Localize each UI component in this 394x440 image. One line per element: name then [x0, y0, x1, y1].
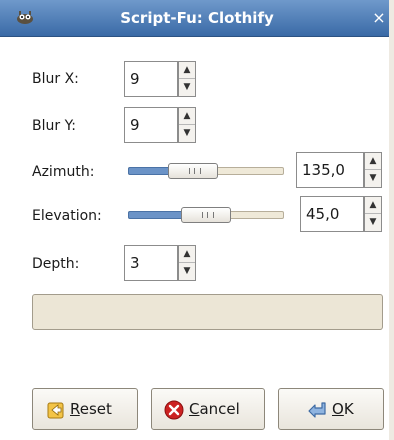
elevation-entry[interactable]: 45,0: [300, 196, 364, 232]
blur-y-arrows[interactable]: ▲ ▼: [178, 107, 196, 143]
chevron-down-icon[interactable]: ▼: [179, 125, 195, 142]
reset-icon: [47, 402, 64, 419]
blur-y-spinbutton[interactable]: 9 ▲ ▼: [124, 107, 196, 143]
blur-y-entry[interactable]: 9: [124, 107, 178, 143]
azimuth-arrows[interactable]: ▲ ▼: [364, 152, 382, 188]
dialog-window: Script-Fu: Clothify × Blur X: 9 ▲ ▼ Blur…: [0, 0, 394, 440]
ok-button[interactable]: OK: [278, 388, 384, 430]
ok-button-label: OK: [332, 400, 354, 418]
blur-x-arrows[interactable]: ▲ ▼: [178, 61, 196, 97]
window-title: Script-Fu: Clothify: [120, 9, 274, 27]
azimuth-slider-thumb[interactable]: [168, 163, 218, 179]
chevron-down-icon[interactable]: ▼: [365, 214, 381, 231]
elevation-arrows[interactable]: ▲ ▼: [364, 196, 382, 232]
azimuth-label: Azimuth:: [32, 164, 95, 180]
chevron-up-icon[interactable]: ▲: [179, 62, 195, 79]
reset-button[interactable]: Reset: [32, 388, 138, 430]
chevron-up-icon[interactable]: ▲: [179, 108, 195, 125]
elevation-label: Elevation:: [32, 208, 102, 224]
chevron-down-icon[interactable]: ▼: [365, 170, 381, 187]
azimuth-slider[interactable]: [128, 155, 284, 189]
chevron-down-icon[interactable]: ▼: [179, 263, 195, 280]
chevron-up-icon[interactable]: ▲: [365, 153, 381, 170]
chevron-down-icon[interactable]: ▼: [179, 79, 195, 96]
depth-arrows[interactable]: ▲ ▼: [178, 245, 196, 281]
blur-x-label: Blur X:: [32, 71, 79, 87]
chevron-up-icon[interactable]: ▲: [365, 197, 381, 214]
elevation-spinbutton[interactable]: 45,0 ▲ ▼: [300, 196, 382, 232]
depth-spinbutton[interactable]: 3 ▲ ▼: [124, 245, 196, 281]
title-bar[interactable]: Script-Fu: Clothify ×: [0, 0, 394, 37]
azimuth-spinbutton[interactable]: 135,0 ▲ ▼: [296, 152, 382, 188]
cancel-button[interactable]: Cancel: [151, 388, 265, 430]
close-icon[interactable]: ×: [370, 10, 388, 26]
cancel-button-label: Cancel: [189, 400, 240, 418]
depth-label: Depth:: [32, 256, 80, 272]
progress-bar: [32, 294, 383, 330]
ok-return-icon: [308, 402, 326, 418]
blur-x-spinbutton[interactable]: 9 ▲ ▼: [124, 61, 196, 97]
chevron-up-icon[interactable]: ▲: [179, 246, 195, 263]
reset-button-label: Reset: [70, 400, 112, 418]
azimuth-entry[interactable]: 135,0: [296, 152, 364, 188]
elevation-slider[interactable]: [128, 199, 284, 233]
elevation-slider-thumb[interactable]: [181, 207, 231, 223]
cancel-icon: [164, 400, 184, 420]
depth-entry[interactable]: 3: [124, 245, 178, 281]
window-border: [389, 0, 394, 440]
blur-x-entry[interactable]: 9: [124, 61, 178, 97]
blur-y-label: Blur Y:: [32, 118, 76, 134]
